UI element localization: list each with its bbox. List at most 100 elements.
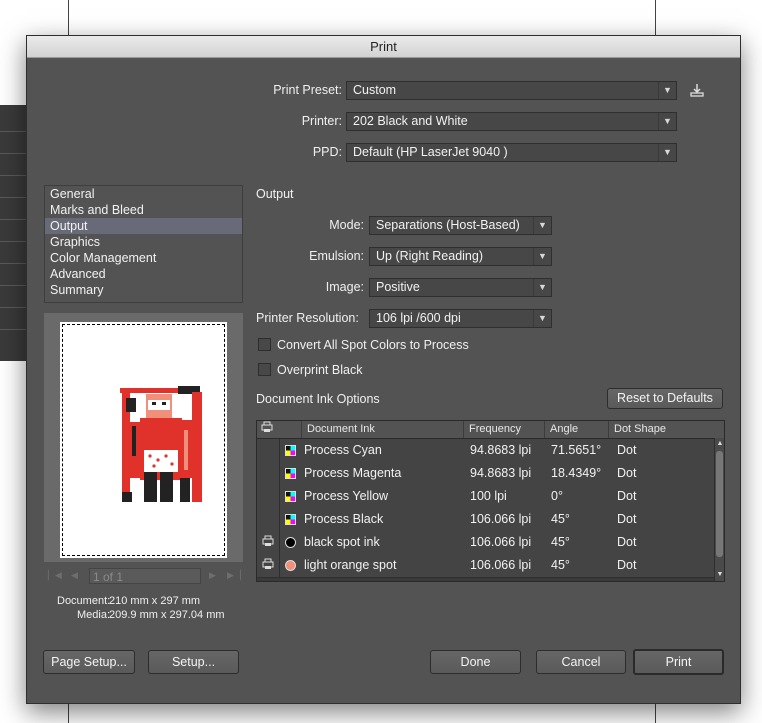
chevron-down-icon: ▼ xyxy=(658,82,676,99)
done-button[interactable]: Done xyxy=(430,650,521,674)
printer-icon[interactable] xyxy=(257,554,280,577)
column-header-dot-shape[interactable]: Dot Shape xyxy=(608,421,688,438)
overprint-black-checkbox[interactable]: Overprint Black xyxy=(258,363,362,377)
category-item-general[interactable]: General xyxy=(45,186,242,202)
scroll-up-icon[interactable]: ▲ xyxy=(715,439,724,449)
ink-frequency[interactable]: 106.066 lpi xyxy=(470,531,531,554)
ink-table-scrollbar[interactable]: ▲ ▼ xyxy=(714,438,724,581)
ink-frequency[interactable]: 106.066 lpi xyxy=(470,508,531,531)
ink-dot-shape[interactable]: Dot xyxy=(617,554,636,577)
ink-angle[interactable]: 45° xyxy=(551,508,570,531)
ink-dot-shape[interactable]: Dot xyxy=(617,531,636,554)
emulsion-dropdown[interactable]: Up (Right Reading) ▼ xyxy=(369,247,552,266)
scroll-down-icon[interactable]: ▼ xyxy=(715,570,724,580)
mode-value: Separations (Host-Based) xyxy=(376,218,520,232)
print-button[interactable]: Print xyxy=(633,649,724,675)
next-page-icon[interactable]: ▶ xyxy=(209,570,216,581)
category-item-output[interactable]: Output xyxy=(45,218,242,234)
scrollbar-thumb[interactable] xyxy=(716,451,723,557)
page-indicator-field[interactable]: 1 of 1 xyxy=(89,568,201,584)
column-header-document-ink[interactable]: Document Ink xyxy=(301,421,463,438)
spot-swatch-icon xyxy=(285,537,296,548)
save-preset-icon[interactable] xyxy=(689,82,705,101)
setup-button[interactable]: Setup... xyxy=(148,650,239,674)
chevron-down-icon: ▼ xyxy=(533,217,551,234)
overprint-black-label: Overprint Black xyxy=(277,363,363,377)
column-header-frequency[interactable]: Frequency xyxy=(463,421,544,438)
background-doc-edge-right-bottom xyxy=(655,702,656,723)
category-item-color-management[interactable]: Color Management xyxy=(45,250,242,266)
ink-frequency[interactable]: 94.8683 lpi xyxy=(470,439,531,462)
printer-icon[interactable] xyxy=(257,531,280,554)
category-item-marks-and-bleed[interactable]: Marks and Bleed xyxy=(45,202,242,218)
first-page-icon[interactable]: ▏◀ xyxy=(48,570,62,581)
mode-label: Mode: xyxy=(329,218,364,232)
last-page-icon[interactable]: ▶▕ xyxy=(227,570,241,581)
ink-frequency[interactable]: 100 lpi xyxy=(470,485,507,508)
ink-angle[interactable]: 45° xyxy=(551,554,570,577)
convert-spot-colors-label: Convert All Spot Colors to Process xyxy=(277,338,469,352)
ink-angle[interactable]: 0° xyxy=(551,485,563,508)
chevron-down-icon: ▼ xyxy=(658,144,676,161)
printer-resolution-label: Printer Resolution: xyxy=(256,311,359,325)
previous-page-icon[interactable]: ◀ xyxy=(71,570,78,581)
page-preview[interactable] xyxy=(44,313,243,562)
checkbox-box[interactable] xyxy=(258,363,271,376)
ink-angle[interactable]: 18.4349° xyxy=(551,462,601,485)
ink-row[interactable]: Process Cyan 94.8683 lpi 71.5651° Dot xyxy=(257,439,714,463)
output-section-title: Output xyxy=(256,187,294,201)
ink-dot-shape[interactable]: Dot xyxy=(617,508,636,531)
ink-dot-shape[interactable]: Dot xyxy=(617,462,636,485)
print-toggle[interactable] xyxy=(257,508,280,531)
print-preset-dropdown[interactable]: Custom ▼ xyxy=(346,81,677,100)
chevron-down-icon: ▼ xyxy=(533,310,551,327)
process-swatch-icon xyxy=(285,491,296,502)
image-dropdown[interactable]: Positive ▼ xyxy=(369,278,552,297)
ppd-value: Default (HP LaserJet 9040 ) xyxy=(353,145,508,159)
ink-name: Process Magenta xyxy=(304,466,402,480)
column-header-angle[interactable]: Angle xyxy=(544,421,608,438)
cancel-button[interactable]: Cancel xyxy=(536,650,626,674)
printer-dropdown[interactable]: 202 Black and White ▼ xyxy=(346,112,677,131)
preview-pager: ▏◀ ◀ 1 of 1 ▶ ▶▕ xyxy=(44,567,243,587)
checkbox-box[interactable] xyxy=(258,338,271,351)
preview-artwork xyxy=(120,386,202,502)
ink-options-title: Document Ink Options xyxy=(256,392,380,406)
background-panel-strip xyxy=(0,105,26,361)
category-item-summary[interactable]: Summary xyxy=(45,282,242,298)
printer-label: Printer: xyxy=(301,114,342,128)
media-size-value: 209.9 mm x 297.04 mm xyxy=(109,609,225,621)
print-toggle[interactable] xyxy=(257,462,280,485)
image-label: Image: xyxy=(325,280,364,294)
ink-row[interactable]: Process Black 106.066 lpi 45° Dot xyxy=(257,508,714,532)
ink-row[interactable]: light orange spot 106.066 lpi 45° Dot xyxy=(257,554,714,578)
ink-dot-shape[interactable]: Dot xyxy=(617,439,636,462)
ink-dot-shape[interactable]: Dot xyxy=(617,485,636,508)
category-item-graphics[interactable]: Graphics xyxy=(45,234,242,250)
ink-row[interactable]: Process Yellow 100 lpi 0° Dot xyxy=(257,485,714,509)
printer-value: 202 Black and White xyxy=(353,114,468,128)
print-toggle[interactable] xyxy=(257,485,280,508)
preview-paper xyxy=(60,322,227,558)
ink-row[interactable]: Process Magenta 94.8683 lpi 18.4349° Dot xyxy=(257,462,714,486)
chevron-down-icon: ▼ xyxy=(533,248,551,265)
ppd-dropdown[interactable]: Default (HP LaserJet 9040 ) ▼ xyxy=(346,143,677,162)
ppd-label: PPD: xyxy=(312,145,342,159)
ink-angle[interactable]: 71.5651° xyxy=(551,439,601,462)
convert-spot-colors-checkbox[interactable]: Convert All Spot Colors to Process xyxy=(258,338,469,352)
category-item-advanced[interactable]: Advanced xyxy=(45,266,242,282)
ink-row[interactable]: black spot ink 106.066 lpi 45° Dot xyxy=(257,531,714,555)
mode-dropdown[interactable]: Separations (Host-Based) ▼ xyxy=(369,216,552,235)
ink-name: light orange spot xyxy=(304,558,397,572)
dialog-title: Print xyxy=(27,36,740,58)
ink-name: black spot ink xyxy=(304,535,380,549)
reset-to-defaults-button[interactable]: Reset to Defaults xyxy=(607,388,723,409)
ink-frequency[interactable]: 106.066 lpi xyxy=(470,554,531,577)
emulsion-value: Up (Right Reading) xyxy=(376,249,483,263)
page-setup-button[interactable]: Page Setup... xyxy=(43,650,135,674)
ink-table-header: Document Ink Frequency Angle Dot Shape xyxy=(257,421,724,439)
ink-angle[interactable]: 45° xyxy=(551,531,570,554)
print-toggle[interactable] xyxy=(257,439,280,462)
printer-resolution-dropdown[interactable]: 106 lpi /600 dpi ▼ xyxy=(369,309,552,328)
ink-frequency[interactable]: 94.8683 lpi xyxy=(470,462,531,485)
